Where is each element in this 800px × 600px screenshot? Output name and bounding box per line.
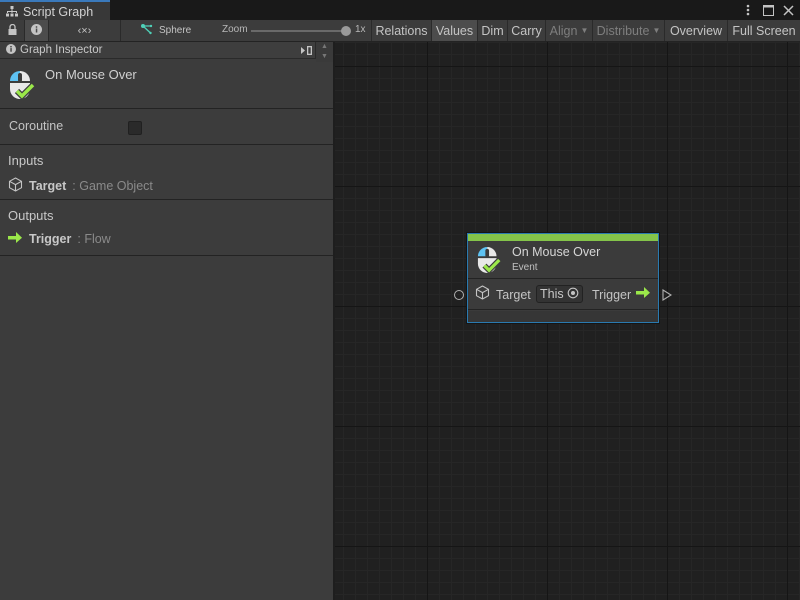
variables-icon: ‹×› <box>77 24 92 37</box>
coroutine-row: Coroutine <box>0 109 333 145</box>
node-header: On Mouse Over Event <box>468 241 658 279</box>
inspector-node-header: On Mouse Over <box>0 62 333 109</box>
tab-title: Script Graph <box>23 4 94 19</box>
mouse-over-icon <box>477 245 503 278</box>
graph-inspector-panel: Graph Inspector ▲ ▼ On Mouse Over Corout… <box>0 42 335 600</box>
overview-label: Overview <box>669 23 723 38</box>
overview-button[interactable]: Overview <box>665 20 728 41</box>
align-label: Align <box>549 23 578 38</box>
dim-label: Dim <box>481 23 504 38</box>
full-screen-label: Full Screen <box>732 23 796 38</box>
node-footer <box>468 311 658 322</box>
node-input-port[interactable] <box>454 290 464 300</box>
object-name: Sphere <box>159 25 192 36</box>
lock-button[interactable] <box>0 20 25 41</box>
node-title: On Mouse Over <box>512 245 601 259</box>
target-value: This <box>540 287 564 301</box>
inspector-node-title: On Mouse Over <box>45 67 137 82</box>
dock-panel-button[interactable] <box>296 43 316 59</box>
full-screen-button[interactable]: Full Screen <box>728 20 800 41</box>
inspector-header: Graph Inspector <box>0 42 316 59</box>
input-port-type: : Game Object <box>72 179 153 193</box>
carry-button[interactable]: Carry <box>508 20 546 41</box>
more-icon[interactable] <box>742 2 754 18</box>
window-titlebar: Script Graph <box>0 0 800 21</box>
distribute-label: Distribute <box>596 23 650 38</box>
tab-script-graph[interactable]: Script Graph <box>0 0 110 21</box>
values-label: Values <box>435 23 474 38</box>
input-port-name: Target <box>29 179 67 193</box>
distribute-dropdown[interactable]: Distribute ▼ <box>593 20 665 41</box>
graph-nodes-icon <box>141 23 153 38</box>
node-header-color-bar <box>468 234 658 241</box>
inspector-scrollbar[interactable]: ▲ ▼ <box>316 42 333 62</box>
maximize-icon[interactable] <box>762 2 774 18</box>
output-port-name: Trigger <box>29 232 72 246</box>
flow-arrow-icon <box>636 287 651 301</box>
input-port-row: Target : Game Object <box>8 177 153 195</box>
node-output-port[interactable] <box>662 289 673 304</box>
info-icon <box>6 43 16 57</box>
coroutine-checkbox[interactable] <box>128 121 142 135</box>
close-icon[interactable] <box>782 2 794 18</box>
output-port-row: Trigger : Flow <box>8 232 111 246</box>
carry-label: Carry <box>511 23 542 38</box>
dock-right-icon <box>300 44 312 58</box>
scroll-up-icon[interactable]: ▲ <box>321 43 328 51</box>
zoom-value: 1x <box>355 24 366 35</box>
values-button[interactable]: Values <box>432 20 478 41</box>
node-output-label: Trigger <box>592 288 632 302</box>
caret-down-icon: ▼ <box>580 26 589 35</box>
info-button[interactable] <box>25 20 49 41</box>
node-ports-row: Target This Trigger <box>468 280 658 310</box>
flow-arrow-icon <box>8 232 23 246</box>
node-input-label: Target <box>496 288 531 302</box>
inspector-title: Graph Inspector <box>20 44 103 56</box>
align-dropdown[interactable]: Align ▼ <box>546 20 593 41</box>
target-object-field[interactable]: This <box>536 285 583 303</box>
zoom-slider-track[interactable] <box>251 30 347 32</box>
inputs-title: Inputs <box>8 153 44 168</box>
lock-icon <box>8 23 17 38</box>
dim-button[interactable]: Dim <box>478 20 508 41</box>
cube-icon <box>475 285 490 303</box>
relations-button[interactable]: Relations <box>371 20 432 41</box>
zoom-label: Zoom <box>222 24 248 35</box>
graph-toolbar: ‹×› Sphere Zoom 1x Relations Values Dim … <box>0 20 800 42</box>
variables-button[interactable]: ‹×› <box>49 20 121 41</box>
hierarchy-icon <box>6 6 18 17</box>
cube-icon <box>8 177 23 195</box>
outputs-section: Outputs Trigger : Flow <box>0 200 333 256</box>
outputs-title: Outputs <box>8 208 54 223</box>
caret-down-icon: ▼ <box>652 26 661 35</box>
inputs-section: Inputs Target : Game Object <box>0 145 333 200</box>
info-icon <box>31 23 42 38</box>
output-port-type: : Flow <box>77 232 111 246</box>
mouse-over-icon <box>9 69 37 104</box>
node-subtitle: Event <box>512 262 538 273</box>
zoom-slider-handle[interactable] <box>341 26 351 36</box>
scroll-down-icon[interactable]: ▼ <box>321 53 328 61</box>
on-mouse-over-node[interactable]: On Mouse Over Event Target This Trigger <box>467 233 659 323</box>
relations-label: Relations <box>375 23 428 38</box>
object-picker-icon[interactable] <box>567 287 579 302</box>
coroutine-label: Coroutine <box>9 119 64 133</box>
